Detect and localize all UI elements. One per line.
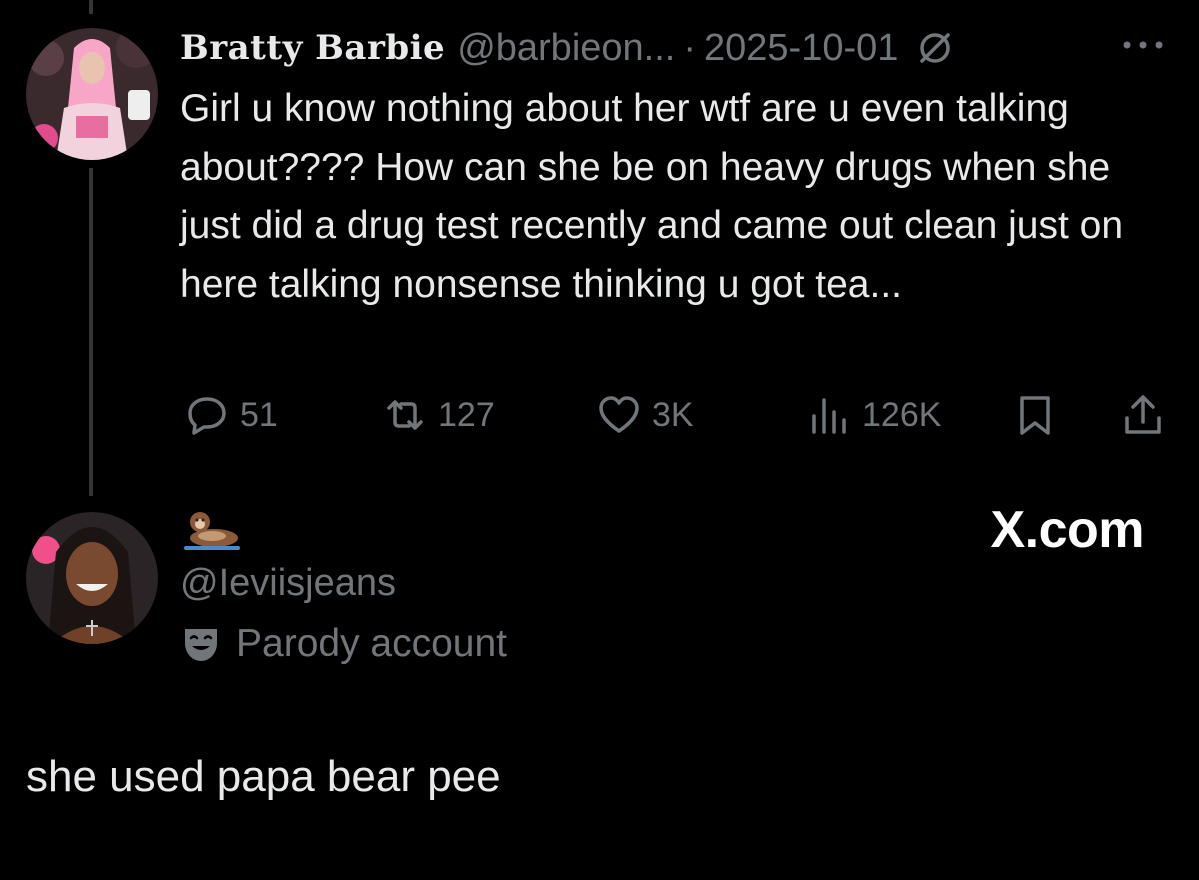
reply-text: she used papa bear pee — [26, 752, 501, 801]
like-count: 3K — [652, 395, 694, 434]
timestamp[interactable]: 2025-10-01 — [704, 27, 898, 70]
avatar[interactable] — [26, 512, 158, 644]
like-button[interactable]: 3K — [596, 385, 694, 445]
tweet-text: Girl u know nothing about her wtf are u … — [180, 87, 1124, 306]
parody-label: Parody account — [180, 622, 507, 666]
repost-button[interactable]: 127 — [382, 385, 495, 445]
bookmark-button[interactable] — [1012, 385, 1058, 445]
reply-icon — [188, 397, 226, 435]
views-count: 126K — [862, 395, 942, 434]
parody-mask-icon — [920, 33, 951, 63]
repost-icon — [387, 400, 423, 430]
reply-count: 51 — [240, 395, 278, 434]
share-button[interactable] — [1120, 385, 1166, 445]
avatar[interactable] — [26, 28, 158, 160]
thread-line — [89, 168, 93, 496]
tweet-header: Bratty Barbie @barbieon... · 2025-10-01 — [180, 22, 1180, 74]
reply-handle[interactable]: @Ieviisjeans — [180, 562, 396, 605]
parody-mask-icon — [185, 629, 217, 661]
bookmark-icon — [1020, 396, 1050, 435]
views-chart-icon — [812, 398, 846, 434]
repost-count: 127 — [438, 395, 495, 434]
tweet-actions: 51 127 3K 126K — [0, 385, 1199, 445]
heart-icon — [599, 396, 639, 433]
handle[interactable]: @barbieon... — [457, 27, 675, 70]
separator: · — [683, 26, 696, 69]
views-button[interactable]: 126K — [806, 385, 941, 445]
watermark: X.com — [990, 501, 1144, 559]
share-icon — [1125, 395, 1161, 434]
thread-line — [89, 0, 93, 14]
parody-label-text: Parody account — [236, 622, 508, 665]
reply-button[interactable]: 51 — [184, 385, 278, 445]
display-name[interactable]: Bratty Barbie — [180, 28, 445, 68]
otter-emoji-icon — [184, 512, 240, 550]
more-dots-icon[interactable] — [1118, 30, 1168, 60]
